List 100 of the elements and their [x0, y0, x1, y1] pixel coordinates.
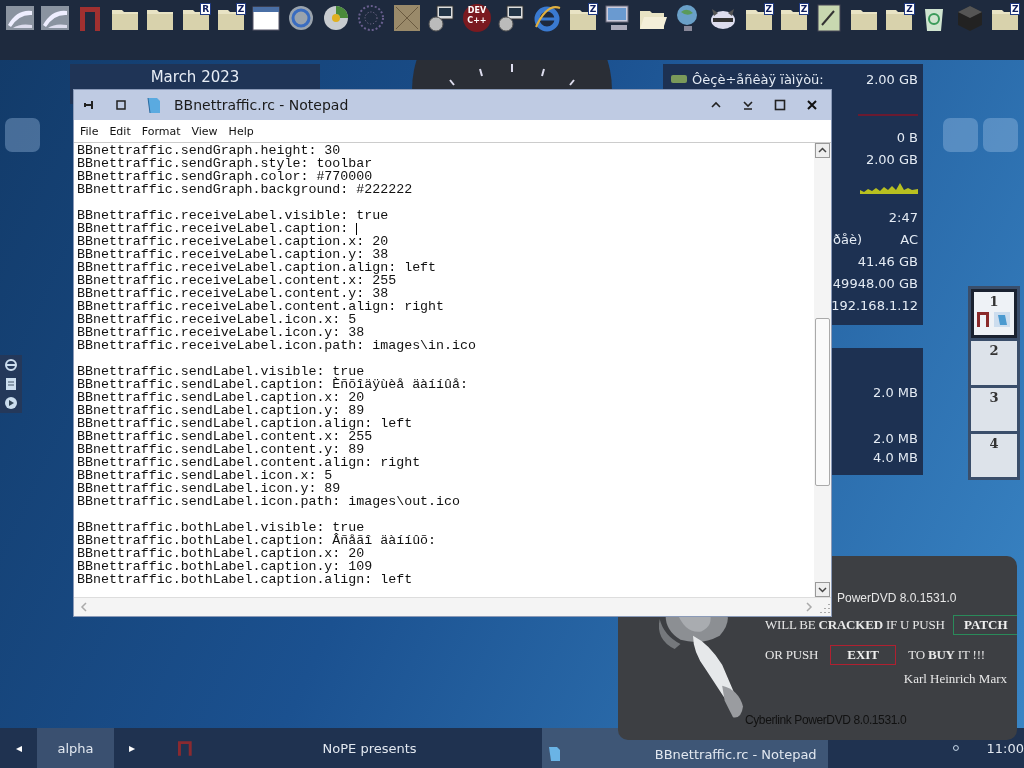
- memory-value: 4.0 MB: [873, 450, 918, 465]
- code-line: BBnettraffic.receiveLabel.icon.x: 5: [77, 313, 357, 326]
- launcher-button[interactable]: Z: [740, 2, 777, 34]
- wave-logo-icon: [4, 3, 35, 33]
- maximize-icon[interactable]: [774, 99, 786, 111]
- glass-tile: [943, 118, 978, 152]
- previous-workspace-button[interactable]: ◂: [0, 728, 38, 768]
- code-line: BBnettraffic.bothLabel.visible: true: [77, 521, 365, 534]
- code-line: BBnettraffic.receiveLabel.icon.path: images\in.ico: [77, 339, 476, 352]
- monitor-label: Ôèçè÷åñêàÿ ïàìÿòü:: [692, 71, 824, 87]
- restore-icon[interactable]: [116, 100, 126, 110]
- code-line: BBnettraffic.receiveLabel.content.y: 38: [77, 287, 389, 300]
- code-line: BBnettraffic.sendGraph.style: toolbar: [77, 157, 373, 170]
- workspace-button[interactable]: 1: [971, 289, 1017, 339]
- glass-tile: [5, 118, 40, 152]
- horizontal-scrollbar[interactable]: [74, 597, 831, 616]
- activity-graph: [860, 181, 918, 195]
- vertical-scrollbar[interactable]: [814, 143, 831, 597]
- document-icon[interactable]: [4, 377, 18, 391]
- code-line: BBnettraffic.receiveLabel.content.align: right: [77, 300, 445, 313]
- author-text: Karl Heinrich Marx: [903, 671, 1007, 687]
- code-line: BBnettraffic.bothLabel.caption.y: 109: [77, 560, 373, 573]
- launcher-button[interactable]: Z: [881, 2, 917, 34]
- code-line: BBnettraffic.sendLabel.visible: true: [77, 365, 365, 378]
- memory-chip-icon: [671, 75, 687, 83]
- code-line: BBnettraffic.sendLabel.caption: Èñõîäÿùèå äàííûå:: [77, 378, 468, 391]
- launcher-button[interactable]: Z: [987, 2, 1023, 34]
- code-line: BBnettraffic.sendLabel.content.align: right: [77, 456, 421, 469]
- code-line: BBnettraffic.receiveLabel.caption.align: left: [77, 261, 437, 274]
- glass-tile: [983, 118, 1018, 152]
- code-line: BBnettraffic.bothLabel.caption: Âñåãî äàííûõ:: [77, 534, 437, 547]
- monitor-value: 0 B: [896, 129, 918, 145]
- wave-logo-icon: [39, 3, 70, 33]
- tray-text: NoPE presents: [322, 740, 418, 756]
- monitor-value: 192.168.1.12: [831, 297, 918, 313]
- monitor-value: 2.00 GB: [865, 71, 918, 87]
- computer-disc-icon: [426, 3, 457, 33]
- code-line: BBnettraffic.sendLabel.caption.y: 89: [77, 404, 365, 417]
- code-line: BBnettraffic.receiveLabel.caption.x: 20: [77, 235, 389, 248]
- chevron-up-icon[interactable]: [710, 100, 722, 110]
- code-line: BBnettraffic.sendLabel.icon.x: 5: [77, 469, 333, 482]
- code-line: BBnettraffic.receiveLabel.icon.y: 38: [77, 326, 365, 339]
- workspace-button[interactable]: 4: [971, 433, 1017, 477]
- browser-e-icon: [532, 3, 563, 33]
- patch-button[interactable]: PATCH: [952, 615, 1017, 635]
- notepad-icon: [146, 96, 162, 114]
- launcher-button[interactable]: R: [177, 2, 214, 34]
- pin-icon[interactable]: [84, 100, 96, 110]
- code-line: BBnettraffic.bothLabel.caption.x: 20: [77, 547, 365, 560]
- scroll-down-icon[interactable]: [815, 582, 830, 597]
- code-line: BBnettraffic.sendGraph.color: #770000: [77, 170, 373, 183]
- scroll-thumb[interactable]: [815, 318, 830, 486]
- menu-item[interactable]: Edit: [109, 124, 131, 138]
- code-line: BBnettraffic.receiveLabel.caption:: [77, 222, 349, 235]
- code-line: BBnettraffic.receiveLabel.content.x: 255: [77, 274, 397, 287]
- usage-line: [858, 114, 918, 116]
- exit-button[interactable]: EXIT: [830, 645, 897, 665]
- box-icon: [391, 3, 422, 33]
- round-badge-icon: [462, 3, 493, 33]
- browser-e-icon[interactable]: [4, 357, 18, 372]
- next-workspace-button[interactable]: ▸: [113, 728, 151, 768]
- monitor-value: 2:47: [888, 209, 918, 225]
- play-icon[interactable]: [4, 396, 18, 411]
- monitor-value: AC: [900, 231, 918, 247]
- monitor-value: 49948.00 GB: [832, 275, 918, 291]
- crack-message: OR PUSH: [765, 647, 819, 663]
- crack-message: WILL BE CRACKED IF U PUSH: [765, 617, 945, 633]
- menu-item[interactable]: File: [80, 124, 99, 138]
- workspace-button[interactable]: 3: [971, 387, 1017, 431]
- code-line: BBnettraffic.bothLabel.caption.align: left: [77, 573, 413, 586]
- monitor-value: 2.00 GB: [865, 151, 918, 167]
- dotted-sphere-icon: [356, 3, 387, 33]
- clock-text: 11:00: [986, 740, 1024, 756]
- code-line: BBnettraffic.sendLabel.icon.y: 89: [77, 482, 341, 495]
- scroll-up-icon[interactable]: [815, 143, 830, 158]
- window-icon: [250, 3, 281, 33]
- menu-item[interactable]: Format: [141, 124, 181, 138]
- code-line: BBnettraffic.sendLabel.content.y: 89: [77, 443, 365, 456]
- workspace-label[interactable]: alpha: [37, 728, 114, 768]
- close-icon[interactable]: [806, 99, 818, 111]
- menu-item[interactable]: View: [191, 124, 218, 138]
- window-thumbnails-icon: [975, 311, 1013, 327]
- menu-item[interactable]: Help: [228, 124, 254, 138]
- memory-value: 2.0 MB: [873, 385, 918, 400]
- notepad-icon: [547, 746, 562, 762]
- workspace-button[interactable]: 2: [971, 341, 1017, 385]
- launcher-button[interactable]: Z: [565, 2, 601, 34]
- code-line: BBnettraffic.sendLabel.content.x: 255: [77, 430, 373, 443]
- code-line: BBnettraffic.receiveLabel.visible: true: [77, 209, 389, 222]
- code-line: BBnettraffic.receiveLabel.caption.y: 38: [77, 248, 389, 261]
- code-line: BBnettraffic.sendGraph.height: 30: [77, 144, 341, 157]
- launcher-button[interactable]: Z: [213, 2, 249, 34]
- tray-dot-icon: [951, 744, 960, 752]
- monitor-value: 41.46 GB: [857, 253, 918, 269]
- code-line: BBnettraffic.sendLabel.caption.x: 20: [77, 391, 365, 404]
- launcher-button[interactable]: Z: [776, 2, 812, 34]
- launcher-button[interactable]: DEV C++: [459, 2, 495, 34]
- shade-icon[interactable]: [742, 99, 754, 111]
- crack-message: TO BUY IT !!!: [908, 647, 985, 663]
- version-text: PowerDVD 8.0.1531.0: [836, 591, 958, 605]
